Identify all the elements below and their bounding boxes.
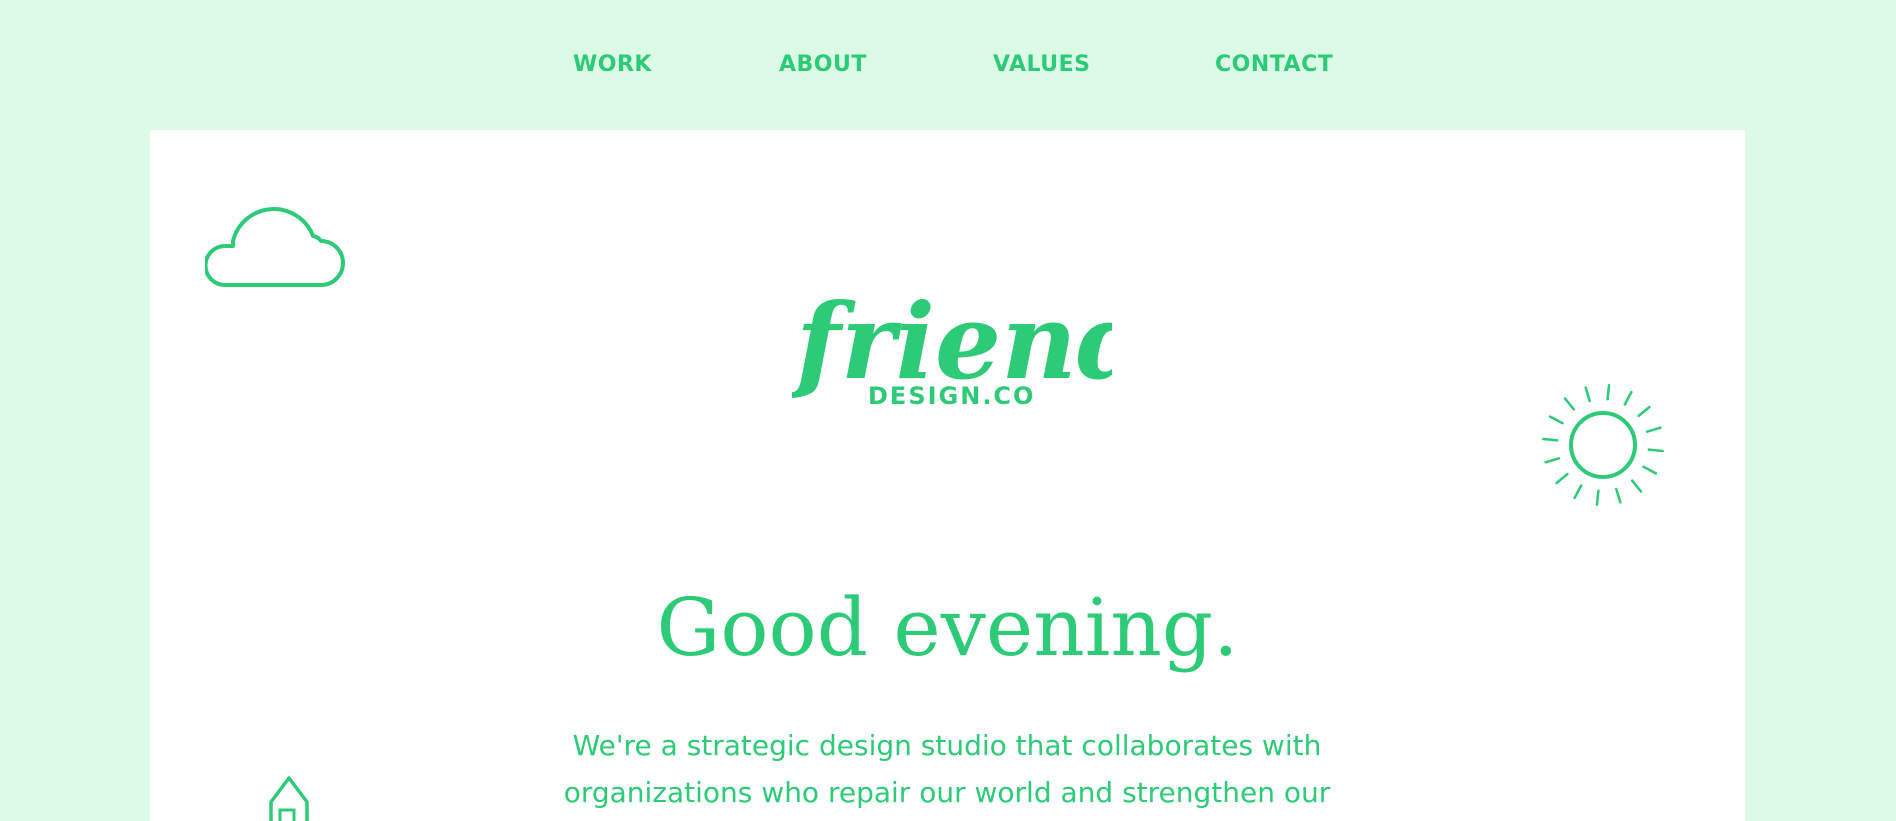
brand-logo[interactable]: friendly DESIGN.CO <box>792 276 1112 426</box>
hero-headline: Good evening. <box>656 581 1239 674</box>
sun-ray <box>1584 386 1591 403</box>
logo-subtitle: DESIGN.CO <box>868 382 1036 410</box>
nav-item-work[interactable]: WORK <box>573 51 652 79</box>
sun-ray <box>1623 390 1633 406</box>
hero-card: friendly DESIGN.CO Good evening. We're a… <box>150 130 1745 821</box>
sun-ray <box>1606 384 1611 401</box>
sun-icon <box>1542 384 1664 506</box>
sun-ray <box>1563 397 1576 411</box>
sun-ray <box>1642 465 1658 475</box>
sun-ray <box>1645 426 1662 433</box>
hero-intro: We're a strategic design studio that col… <box>563 729 1331 809</box>
sun-ray <box>1615 487 1622 504</box>
sun-ray <box>1555 472 1569 485</box>
main-nav: WORK ABOUT VALUES CONTACT <box>0 0 1896 130</box>
nav-item-about[interactable]: ABOUT <box>779 51 867 79</box>
house-icon <box>269 776 309 821</box>
sun-ray <box>1544 457 1561 464</box>
nav-item-contact[interactable]: CONTACT <box>1215 51 1333 79</box>
sun-ray <box>1548 415 1564 425</box>
sun-ray <box>1630 479 1643 493</box>
sun-ray <box>1595 489 1600 506</box>
sun-ray <box>1542 437 1559 442</box>
cloud-icon <box>205 207 345 287</box>
sun-ray <box>1637 405 1651 418</box>
sun-ray <box>1573 484 1583 500</box>
nav-item-values[interactable]: VALUES <box>993 51 1091 79</box>
sun-ray <box>1647 448 1664 453</box>
